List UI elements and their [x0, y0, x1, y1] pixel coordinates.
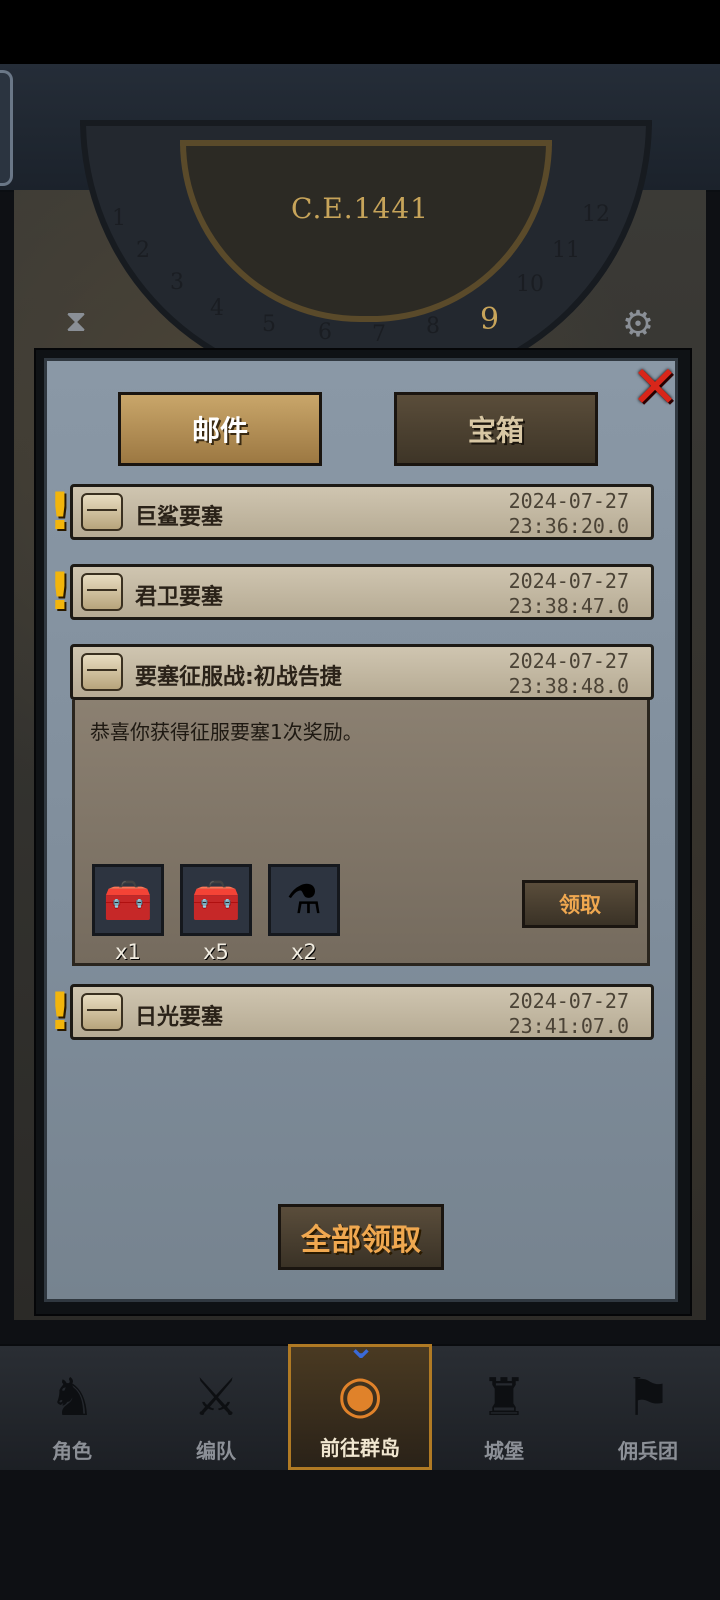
dial-number: 4: [210, 296, 224, 321]
dial-number: 6: [318, 320, 332, 345]
dial-number-current: 9: [480, 302, 500, 337]
unread-alert-icon: !: [48, 562, 72, 622]
mail-chest-icon: [81, 573, 123, 611]
chevron-down-icon: ⌄: [346, 1327, 376, 1367]
mail-timestamp: 2024-07-27 23:38:48.0: [509, 649, 629, 699]
mail-date: 2024-07-27: [508, 649, 629, 673]
dial-number: 8: [426, 314, 440, 339]
nav-label: 编队: [196, 1439, 236, 1463]
year-label: C.E.1441: [291, 192, 429, 225]
mail-date: 2024-07-27: [508, 989, 629, 1013]
mail-row[interactable]: 巨鲨要塞 2024-07-27 23:36:20.0: [70, 484, 654, 540]
knight-icon: ♞: [48, 1368, 96, 1428]
mercenary-icon: ⚑: [624, 1368, 672, 1428]
globe-icon: ◉: [337, 1365, 383, 1425]
tab-chest[interactable]: 宝箱: [394, 392, 598, 466]
mail-row[interactable]: 日光要塞 2024-07-27 23:41:07.0: [70, 984, 654, 1040]
dial-number: 7: [372, 322, 386, 347]
mail-time: 23:41:07.0: [508, 1014, 629, 1038]
mail-title: 日光要塞: [135, 1005, 224, 1030]
tab-mail[interactable]: 邮件: [118, 392, 322, 466]
blue-potion-icon[interactable]: ⚗: [268, 864, 340, 936]
mail-timestamp: 2024-07-27 23:38:47.0: [509, 569, 629, 619]
nav-item-castle[interactable]: ♜ 城堡: [432, 1344, 576, 1470]
gear-icon[interactable]: ⚙: [616, 304, 660, 348]
treasure-chest-icon[interactable]: 🧰: [180, 864, 252, 936]
mail-body-text: 恭喜你获得征服要塞1次奖励。: [90, 720, 363, 744]
mail-title: 要塞征服战:初战告捷: [135, 665, 342, 690]
mail-time: 23:38:47.0: [508, 594, 629, 618]
status-bar: [0, 0, 720, 64]
mail-date: 2024-07-27: [508, 569, 629, 593]
mail-row[interactable]: 君卫要塞 2024-07-27 23:38:47.0: [70, 564, 654, 620]
mail-timestamp: 2024-07-27 23:41:07.0: [509, 989, 629, 1039]
mail-date: 2024-07-27: [508, 489, 629, 513]
mail-chest-icon: [81, 493, 123, 531]
mail-title: 巨鲨要塞: [135, 505, 224, 530]
nav-label: 角色: [52, 1439, 92, 1463]
formation-icon: ⚔: [192, 1368, 240, 1428]
nav-label: 前往群岛: [320, 1436, 400, 1460]
system-nav-area: [0, 1470, 720, 1600]
dial-number: 2: [136, 238, 150, 263]
treasure-chest-icon[interactable]: 🧰: [92, 864, 164, 936]
dial-number: 10: [516, 272, 544, 297]
mail-row-expanded[interactable]: 要塞征服战:初战告捷 2024-07-27 23:38:48.0: [70, 644, 654, 700]
close-icon[interactable]: ✕: [626, 358, 684, 416]
unread-alert-icon: !: [48, 982, 72, 1042]
mail-title: 君卫要塞: [135, 585, 224, 610]
nav-item-character[interactable]: ♞ 角色: [0, 1344, 144, 1470]
claim-button[interactable]: 领取: [522, 880, 638, 928]
hourglass-icon[interactable]: ⧗: [58, 304, 94, 344]
claim-all-button[interactable]: 全部领取: [278, 1204, 444, 1270]
dial-number: 1: [112, 206, 126, 231]
reward-count: x2: [291, 940, 317, 964]
mail-time: 23:38:48.0: [508, 674, 629, 698]
mail-chest-icon: [81, 653, 123, 691]
mail-time: 23:36:20.0: [508, 514, 629, 538]
nav-label: 佣兵团: [618, 1439, 678, 1463]
dial-number: 11: [552, 238, 580, 263]
dial-number: 3: [170, 270, 184, 295]
nav-item-mercenary[interactable]: ⚑ 佣兵团: [576, 1344, 720, 1470]
unread-alert-icon: !: [48, 482, 72, 542]
dial-number: 12: [582, 202, 610, 227]
reward-count: x1: [115, 940, 141, 964]
nav-item-formation[interactable]: ⚔ 编队: [144, 1344, 288, 1470]
nav-label: 城堡: [484, 1439, 524, 1463]
reward-count: x5: [203, 940, 229, 964]
castle-icon: ♜: [480, 1368, 528, 1428]
dial-number: 5: [262, 312, 276, 337]
mail-timestamp: 2024-07-27 23:36:20.0: [509, 489, 629, 539]
side-tab-handle[interactable]: [0, 70, 13, 186]
mail-chest-icon: [81, 993, 123, 1031]
